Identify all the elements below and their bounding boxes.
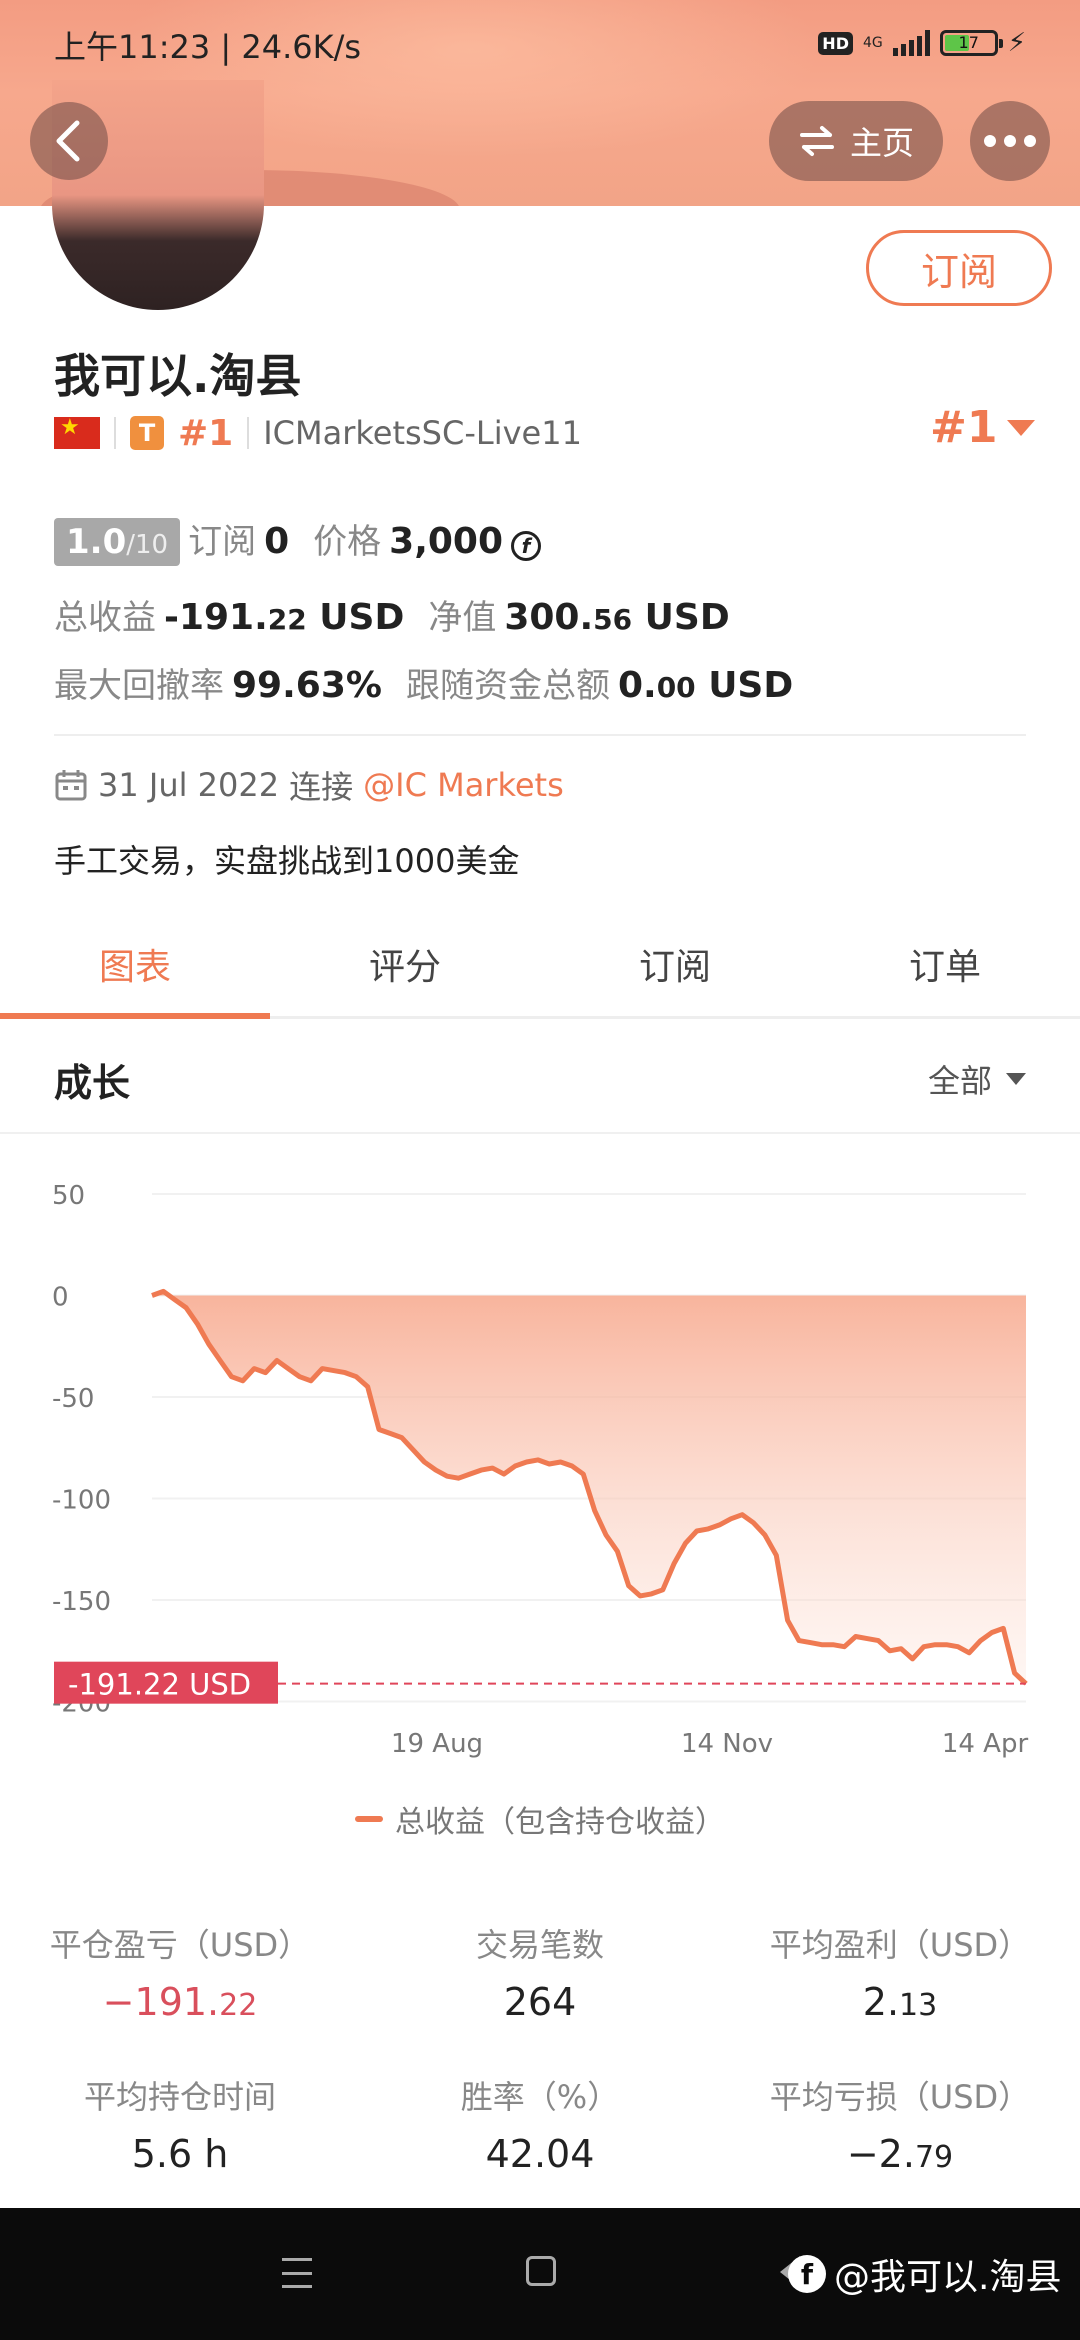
metric-win-rate: 胜率（%） 42.04 xyxy=(460,2078,620,2176)
description: 手工交易，实盘挑战到1000美金 xyxy=(54,842,520,880)
stats-row-2: 总收益 -191.22 USD 净值 300.56 USD xyxy=(54,597,730,638)
score-badge: 1.0/10 xyxy=(54,518,181,566)
system-nav-bar: f @我可以.淘县 xyxy=(0,2208,1080,2340)
tab-bar: 图表 评分 订阅 订单 xyxy=(0,920,1080,1019)
tab-orders[interactable]: 订单 xyxy=(810,920,1080,1016)
home-label: 主页 xyxy=(849,124,914,162)
y-tick-label: 50 xyxy=(52,1181,85,1211)
growth-chart[interactable]: 500-50-100-150-200-191.22 USD19 Aug14 No… xyxy=(0,1140,1080,1780)
metric-avg-profit: 平均盈利（USD） 2.13 xyxy=(769,1926,1031,2024)
growth-title: 成长 xyxy=(54,1061,131,1105)
stats-row-3: 最大回撤率 99.63% 跟随资金总额 0.00 USD xyxy=(54,665,794,706)
profile-meta: T #1 ICMarketsSC-Live11 xyxy=(54,408,582,458)
status-time: 上午11:23 | 24.6K/s xyxy=(54,28,362,66)
watermark-logo-icon: f xyxy=(788,2255,826,2293)
broker-link[interactable]: @IC Markets xyxy=(363,766,564,804)
range-filter[interactable]: 全部 xyxy=(928,1056,1026,1102)
swap-icon xyxy=(799,126,834,156)
server-name: ICMarketsSC-Live11 xyxy=(263,414,582,452)
max-drawdown-value: 99.63% xyxy=(232,665,382,706)
status-bar: 上午11:23 | 24.6K/s HD 4G 17 ⚡ xyxy=(0,0,1080,92)
home-nav-button[interactable] xyxy=(526,2256,556,2286)
tab-chart[interactable]: 图表 xyxy=(0,920,270,1019)
chart-legend: 总收益（包含持仓收益） xyxy=(0,1797,1080,1841)
profile-name: 我可以.淘县 xyxy=(54,349,302,403)
metric-avg-hold-time: 平均持仓时间 5.6 h xyxy=(83,2078,276,2176)
back-button[interactable] xyxy=(30,102,108,180)
china-flag-icon xyxy=(54,415,100,449)
caret-down-icon xyxy=(1006,1073,1026,1085)
growth-header: 成长 全部 xyxy=(0,1016,1080,1134)
metric-trade-count: 交易笔数 264 xyxy=(475,1926,604,2024)
charging-icon: ⚡ xyxy=(1007,28,1026,58)
network-type: 4G xyxy=(862,35,883,51)
y-tick-label: -100 xyxy=(52,1486,111,1516)
watermark: f @我可以.淘县 xyxy=(788,2248,1061,2300)
metric-closed-pnl: 平仓盈亏（USD） −191.22 xyxy=(49,1926,311,2024)
tab-subscription[interactable]: 订阅 xyxy=(540,920,810,1016)
connection-info: 31 Jul 2022 连接 @IC Markets xyxy=(54,762,564,808)
subscribe-button[interactable]: 订阅 xyxy=(866,230,1052,306)
chevron-left-icon xyxy=(56,120,80,162)
stats-row-1: 1.0/10 订阅 0 价格 3,000 f xyxy=(54,514,542,566)
rank-dropdown[interactable]: #1 xyxy=(930,402,1036,453)
more-button[interactable] xyxy=(970,101,1050,181)
hd-icon: HD xyxy=(818,31,853,55)
rank-label: #1 xyxy=(178,412,234,454)
follow-funds-value: 0.00 USD xyxy=(617,665,794,706)
battery-icon: 17 xyxy=(939,30,1003,56)
x-tick-label: 14 Apr xyxy=(942,1729,1029,1759)
calendar-icon xyxy=(55,770,87,801)
current-value-label: -191.22 USD xyxy=(68,1668,251,1702)
metric-avg-loss: 平均亏损（USD） −2.79 xyxy=(769,2078,1031,2176)
y-tick-label: -50 xyxy=(52,1384,94,1414)
coin-icon: f xyxy=(511,531,542,561)
legend-swatch xyxy=(355,1816,383,1822)
total-profit-value: -191.22 USD xyxy=(164,597,405,638)
equity-value: 300.56 USD xyxy=(504,597,730,638)
metrics-grid: 平仓盈亏（USD） −191.22 交易笔数 264 平均盈利（USD） 2.1… xyxy=(0,1920,1080,2176)
x-tick-label: 19 Aug xyxy=(391,1729,483,1759)
recents-button[interactable] xyxy=(282,2258,312,2288)
tab-rating[interactable]: 评分 xyxy=(270,920,540,1016)
caret-down-icon xyxy=(1007,419,1036,436)
y-tick-label: 0 xyxy=(52,1283,69,1313)
x-tick-label: 14 Nov xyxy=(681,1729,773,1759)
signal-icon xyxy=(892,30,930,56)
home-button[interactable]: 主页 xyxy=(769,101,943,181)
y-tick-label: -150 xyxy=(52,1587,111,1617)
tier-badge: T xyxy=(130,416,164,450)
